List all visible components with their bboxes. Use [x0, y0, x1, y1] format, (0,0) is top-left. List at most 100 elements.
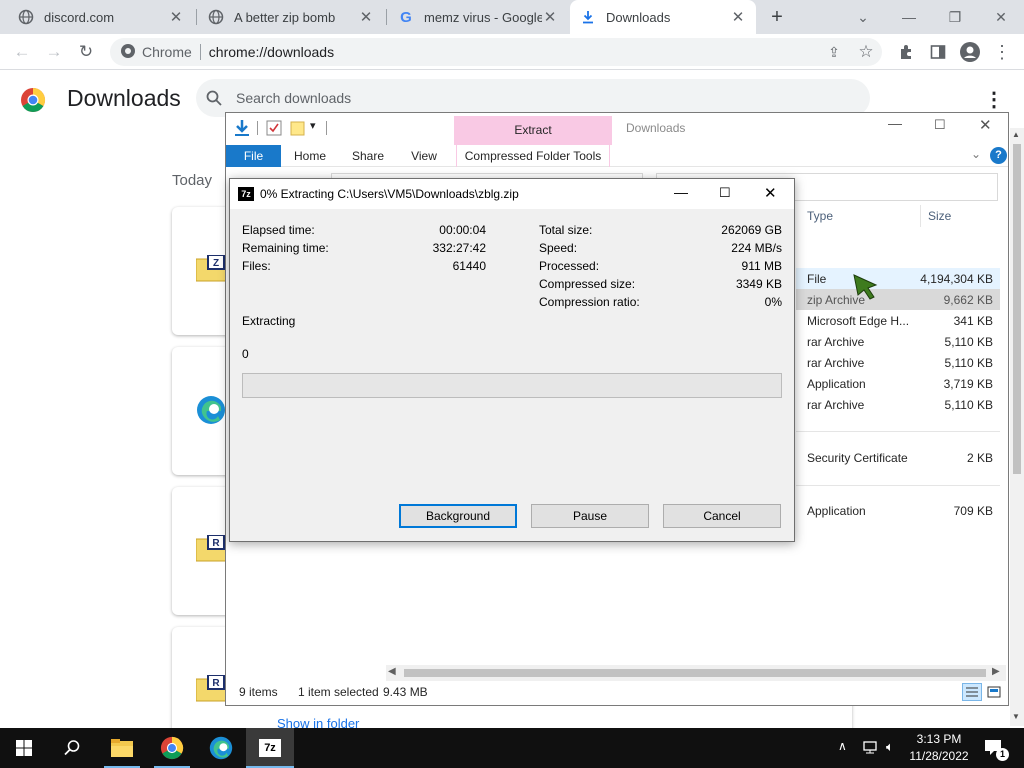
tab-google-search[interactable]: G memz virus - Google Se ✕	[388, 0, 568, 34]
scroll-down-arrow-icon[interactable]: ▼	[1012, 712, 1020, 721]
close-tab-icon[interactable]: ✕	[730, 8, 746, 26]
explorer-maximize-button[interactable]: ☐	[934, 117, 946, 133]
large-icons-view-icon[interactable]	[986, 684, 1002, 703]
dialog-close-button[interactable]: ✕	[764, 184, 777, 202]
properties-icon[interactable]	[266, 120, 282, 139]
minimize-button[interactable]: —	[886, 0, 932, 34]
column-header-size[interactable]: Size	[928, 209, 951, 223]
row-size: 5,110 KB	[944, 398, 993, 412]
bookmark-star-icon[interactable]: ☆	[852, 38, 880, 66]
help-icon[interactable]: ?	[990, 147, 1007, 164]
tab-search-icon[interactable]: ⌄	[840, 0, 886, 34]
tab-title: memz virus - Google Se	[424, 9, 542, 25]
clock-time[interactable]: 3:13 PM	[904, 732, 974, 746]
volume-icon[interactable]: 🔈︎	[886, 739, 894, 755]
compressed-size-value: 3349 KB	[735, 277, 782, 291]
explorer-close-button[interactable]: ✕	[979, 116, 992, 134]
column-header-type[interactable]: Type	[807, 209, 833, 223]
ribbon-tab-view[interactable]: View	[402, 145, 446, 167]
background-button[interactable]: Background	[399, 504, 517, 528]
address-bar[interactable]: Chrome chrome://downloads	[110, 38, 882, 66]
new-folder-icon[interactable]	[290, 120, 306, 139]
globe-icon	[18, 9, 34, 25]
scroll-right-arrow-icon[interactable]: ▶	[992, 666, 1000, 677]
explorer-title-bar: ▾ Extract Downloads — ☐ ✕	[226, 113, 1008, 145]
explorer-minimize-button[interactable]: —	[888, 115, 902, 131]
quick-access-download-icon[interactable]	[234, 119, 250, 140]
show-hidden-icons-chevron-icon[interactable]: ∧	[838, 739, 847, 753]
tab-zip-bomb[interactable]: A better zip bomb ✕	[198, 0, 384, 34]
svg-text:R: R	[212, 678, 220, 689]
row-size: 5,110 KB	[944, 356, 993, 370]
dialog-minimize-button[interactable]: —	[674, 184, 688, 200]
chrome-menu-icon[interactable]: ⋮	[988, 38, 1016, 66]
current-item-label: 0	[242, 347, 249, 361]
tab-title: discord.com	[44, 9, 115, 25]
horizontal-scrollbar-thumb[interactable]	[404, 669, 986, 677]
windows-taskbar: 7z ∧ 🔈︎ 3:13 PM 11/28/2022 1	[0, 728, 1024, 768]
browser-toolbar: ← → ↻ Chrome chrome://downloads ⇪ ☆ ⋮	[0, 34, 1024, 70]
network-icon[interactable]	[862, 739, 878, 758]
row-size: 3,719 KB	[943, 377, 993, 391]
close-tab-icon[interactable]: ✕	[168, 8, 184, 26]
forward-button[interactable]: →	[40, 38, 68, 66]
scrollbar-thumb[interactable]	[1013, 144, 1021, 474]
scroll-left-arrow-icon[interactable]: ◀	[388, 666, 396, 677]
ribbon-tab-compressed-folder-tools[interactable]: Compressed Folder Tools	[456, 145, 610, 167]
chrome-taskbar-button[interactable]	[148, 728, 196, 768]
file-explorer-taskbar-button[interactable]	[98, 728, 146, 768]
sevenzip-taskbar-button[interactable]: 7z	[246, 728, 294, 768]
row-size: 9,662 KB	[943, 293, 993, 307]
reload-button[interactable]: ↻	[72, 38, 100, 66]
search-placeholder: Search downloads	[236, 90, 352, 106]
row-type: Application	[807, 504, 866, 518]
share-icon[interactable]: ⇪	[820, 38, 848, 66]
toolbar-divider	[257, 121, 258, 135]
row-type: Security Certificate	[807, 451, 908, 465]
customize-toolbar-icon[interactable]: ▾	[310, 119, 316, 132]
speed-label: Speed:	[539, 241, 578, 255]
windows-logo-icon	[16, 740, 32, 756]
ribbon-tab-share[interactable]: Share	[346, 145, 390, 167]
ribbon-tab-home[interactable]: Home	[288, 145, 332, 167]
extract-tab-label: Extract	[514, 123, 552, 137]
tab-downloads[interactable]: Downloads ✕	[570, 0, 756, 34]
row-type: rar Archive	[807, 335, 865, 349]
files-label: Files:	[242, 259, 271, 273]
extensions-icon[interactable]	[892, 38, 920, 66]
close-window-button[interactable]: ✕	[978, 0, 1024, 34]
dialog-maximize-button[interactable]: ☐	[719, 185, 731, 201]
status-size: 9.43 MB	[383, 685, 428, 699]
dialog-title: 0% Extracting C:\Users\VM5\Downloads\zbl…	[260, 187, 519, 201]
profile-avatar-icon[interactable]	[956, 38, 984, 66]
search-button[interactable]	[48, 728, 96, 768]
sevenzip-app-icon: 7z	[238, 187, 254, 201]
scroll-up-arrow-icon[interactable]: ▲	[1012, 130, 1020, 139]
start-button[interactable]	[0, 728, 48, 768]
page-scrollbar[interactable]: ▲ ▼	[1010, 128, 1024, 726]
restore-button[interactable]: ❐	[932, 0, 978, 34]
new-tab-button[interactable]: +	[764, 5, 790, 29]
side-panel-icon[interactable]	[924, 38, 952, 66]
row-size: 4,194,304 KB	[920, 272, 993, 286]
clock-date[interactable]: 11/28/2022	[904, 749, 974, 763]
url-text[interactable]: chrome://downloads	[209, 44, 334, 60]
ribbon-tab-file[interactable]: File	[226, 145, 281, 167]
column-divider[interactable]	[920, 205, 921, 227]
details-view-icon[interactable]	[962, 683, 982, 701]
extract-context-tab[interactable]: Extract	[454, 116, 612, 145]
horizontal-scrollbar[interactable]: ◀ ▶	[386, 665, 1006, 681]
close-tab-icon[interactable]: ✕	[358, 8, 374, 26]
extraction-progress-bar	[242, 373, 782, 398]
folder-icon	[111, 739, 133, 757]
pause-button[interactable]: Pause	[531, 504, 649, 528]
tab-discord[interactable]: discord.com ✕	[8, 0, 194, 34]
close-tab-icon[interactable]: ✕	[542, 8, 558, 26]
cancel-button[interactable]: Cancel	[663, 504, 781, 528]
zip-file-icon: Z	[195, 254, 228, 282]
page-menu-icon[interactable]: ⋮	[984, 87, 1004, 112]
status-item-count: 9 items	[239, 685, 278, 699]
edge-taskbar-button[interactable]	[197, 728, 245, 768]
back-button[interactable]: ←	[8, 38, 36, 66]
ribbon-expand-chevron-icon[interactable]: ⌄	[971, 147, 981, 161]
